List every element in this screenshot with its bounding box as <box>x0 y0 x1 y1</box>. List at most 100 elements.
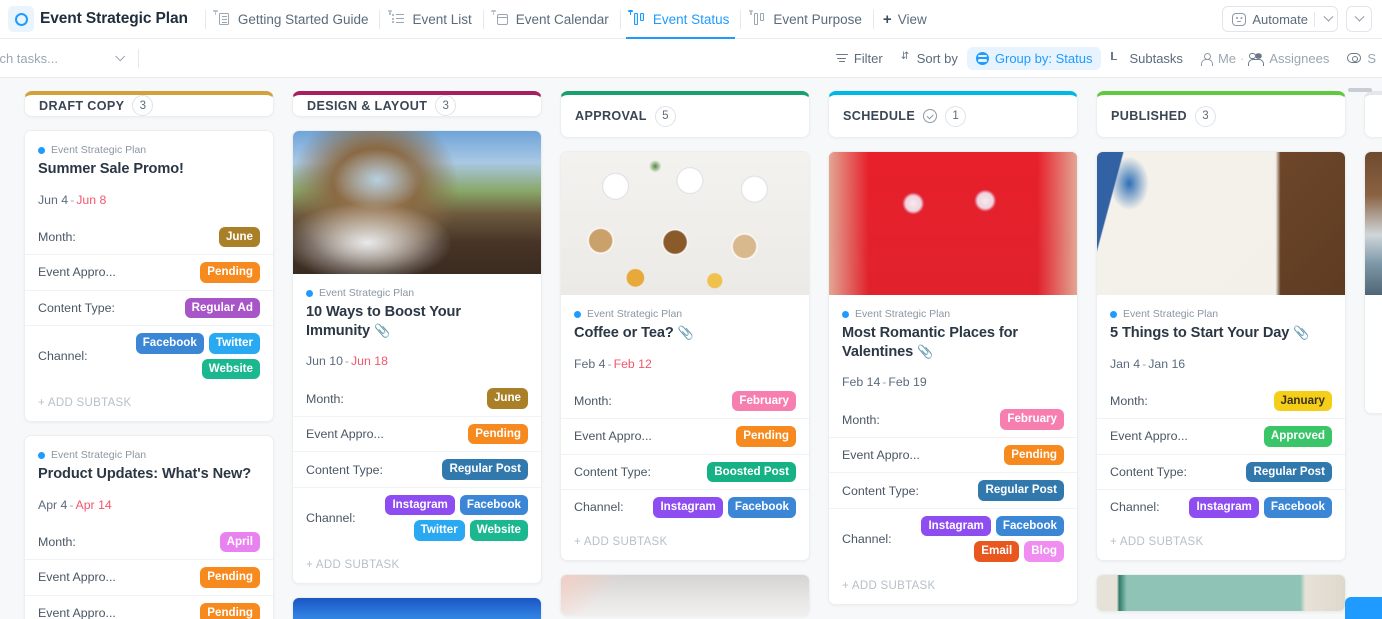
automate-button[interactable]: Automate <box>1222 6 1338 32</box>
card-cover-image[interactable] <box>1097 574 1345 611</box>
tab-getting-started-guide[interactable]: Getting Started Guide <box>213 0 371 39</box>
card-field-row[interactable]: Month: February <box>561 379 809 418</box>
field-pill[interactable]: Regular Post <box>442 459 528 480</box>
field-pill[interactable]: Facebook <box>135 333 204 354</box>
field-pill[interactable]: Instagram <box>1189 497 1259 518</box>
card-cover-image[interactable] <box>1097 152 1345 295</box>
add-subtask-button[interactable]: + ADD SUBTASK <box>25 386 273 421</box>
card-dates[interactable]: Jun 4- Jun 8 <box>38 193 260 207</box>
field-pill[interactable]: Pending <box>736 426 796 447</box>
add-subtask-button[interactable]: + ADD SUBTASK <box>293 548 541 583</box>
more-options-button[interactable] <box>1346 6 1372 32</box>
column-header[interactable] <box>1364 91 1382 138</box>
card-field-row[interactable]: Event Appro... Pending <box>25 559 273 594</box>
field-pill[interactable]: Twitter <box>413 520 465 541</box>
task-card[interactable]: Event Strategic Plan Most Romantic Place… <box>828 151 1078 605</box>
task-card[interactable]: Event Strategic Plan 10 Ways to Boost Yo… <box>292 130 542 584</box>
field-pill[interactable]: Blog <box>1024 541 1064 562</box>
card-cover-image[interactable] <box>829 152 1077 295</box>
task-card[interactable]: Event Strategic Plan Product Updates: Wh… <box>24 435 274 619</box>
field-pill[interactable]: Facebook <box>995 515 1064 537</box>
group-by-button[interactable]: Group by: Status <box>966 46 1102 70</box>
field-pill[interactable]: February <box>732 390 796 412</box>
field-pill[interactable]: February <box>1000 409 1064 430</box>
task-card[interactable] <box>560 573 810 616</box>
card-field-row[interactable]: Content Type: Regular Post <box>293 451 541 486</box>
field-pill[interactable]: Twitter <box>208 333 260 354</box>
kanban-board[interactable]: DRAFT COPY 3 Event Strategic Plan Summer… <box>0 79 1382 619</box>
add-subtask-button[interactable]: + ADD SUBTASK <box>1097 525 1345 560</box>
show-settings-button[interactable]: S <box>1338 47 1376 70</box>
card-field-row[interactable]: Month: June <box>293 376 541 415</box>
card-dates[interactable]: Feb 14- Feb 19 <box>842 375 1064 389</box>
field-pill[interactable]: Regular Post <box>1246 461 1332 483</box>
task-card[interactable] <box>292 596 542 619</box>
column-header[interactable]: DESIGN & LAYOUT 3 <box>292 91 542 117</box>
card-field-row[interactable]: Month: January <box>1097 379 1345 418</box>
tab-event-status[interactable]: Event Status <box>625 0 735 39</box>
tab-event-list[interactable]: Event List <box>388 0 473 39</box>
field-pill[interactable]: Website <box>201 358 260 380</box>
task-card[interactable]: Event Strategic Plan 5 Things to Start Y… <box>1096 151 1346 561</box>
card-field-row[interactable]: Event Appro... Pending <box>25 254 273 289</box>
card-field-row[interactable]: Event Appro... Pending <box>829 436 1077 472</box>
field-pill[interactable]: June <box>486 388 528 409</box>
chevron-down-icon[interactable] <box>1323 11 1333 22</box>
field-pill[interactable]: April <box>219 531 260 553</box>
card-field-row[interactable]: Channel: Instagram Facebook Email Blog <box>829 507 1077 569</box>
sort-by-button[interactable]: ⇵ Sort by <box>892 47 967 70</box>
column-header[interactable]: PUBLISHED 3 <box>1096 91 1346 138</box>
card-field-row[interactable]: Content Type: Regular Ad <box>25 289 273 325</box>
card-field-row[interactable]: Content Type: Regular Post <box>1097 453 1345 489</box>
field-pill[interactable]: June <box>218 226 260 248</box>
card-cover-image[interactable] <box>561 574 809 615</box>
card-cover-image[interactable] <box>1365 152 1382 295</box>
help-button[interactable] <box>1345 597 1382 619</box>
card-title[interactable]: Product Updates: What's New? <box>38 465 260 484</box>
assignees-filter-button[interactable]: Assignees <box>1245 47 1338 70</box>
card-title[interactable]: Summer Sale Promo! <box>38 160 260 179</box>
field-pill[interactable]: Regular Post <box>978 480 1064 501</box>
card-field-row[interactable]: Content Type: Regular Post <box>829 472 1077 507</box>
card-field-row[interactable]: Channel: Instagram Facebook Twitter Webs… <box>293 486 541 548</box>
card-title[interactable]: Coffee or Tea? 📎 <box>574 324 796 343</box>
column-header[interactable]: APPROVAL 5 <box>560 91 810 138</box>
add-subtask-button[interactable]: + ADD SUBTASK <box>561 525 809 560</box>
me-filter-button[interactable]: Me <box>1192 47 1239 70</box>
card-field-row[interactable]: Event Appro... Pending <box>25 594 273 619</box>
field-pill[interactable]: Approved <box>1263 426 1332 447</box>
card-cover-image[interactable] <box>293 131 541 274</box>
chevron-down-icon[interactable] <box>115 50 126 61</box>
card-field-row[interactable]: Event Appro... Approved <box>1097 418 1345 453</box>
card-field-row[interactable]: Month: June <box>25 215 273 254</box>
field-pill[interactable]: Facebook <box>1263 497 1332 518</box>
field-pill[interactable]: Instagram <box>385 494 455 516</box>
card-title[interactable]: 5 Things to Start Your Day 📎 <box>1110 324 1332 343</box>
circle-logo-icon[interactable] <box>8 6 34 32</box>
column-header[interactable]: SCHEDULE 1 <box>828 91 1078 138</box>
field-pill[interactable]: Website <box>469 520 528 541</box>
add-view-button[interactable]: + View <box>883 12 927 27</box>
field-pill[interactable]: Facebook <box>459 494 528 516</box>
field-pill[interactable]: Pending <box>200 262 260 283</box>
card-field-row[interactable]: Channel: Instagram Facebook <box>1097 489 1345 524</box>
card-field-row[interactable]: Content Type: Boosted Post <box>561 453 809 489</box>
field-pill[interactable]: Pending <box>200 602 260 619</box>
column-header[interactable]: DRAFT COPY 3 <box>24 91 274 117</box>
field-pill[interactable]: Email <box>974 541 1020 562</box>
field-pill[interactable]: Pending <box>468 423 528 445</box>
field-pill[interactable]: Pending <box>200 567 260 588</box>
card-title[interactable]: Most Romantic Places for Valentines 📎 <box>842 324 1064 361</box>
card-field-row[interactable]: Month: February <box>829 397 1077 436</box>
filter-button[interactable]: Filter <box>827 47 892 70</box>
card-field-row[interactable]: Event Appro... Pending <box>561 418 809 453</box>
tab-event-calendar[interactable]: Event Calendar <box>491 0 611 39</box>
field-pill[interactable]: Facebook <box>727 497 796 518</box>
task-card[interactable]: Event Strategic Plan Summer Sale Promo! … <box>24 130 274 423</box>
field-pill[interactable]: Regular Ad <box>184 297 260 319</box>
card-field-row[interactable]: Month: April <box>25 520 273 559</box>
card-dates[interactable]: Jun 10- Jun 18 <box>306 354 528 368</box>
tab-event-purpose[interactable]: Event Purpose <box>749 0 864 39</box>
field-pill[interactable]: Instagram <box>921 515 991 537</box>
field-pill[interactable]: Instagram <box>653 497 723 518</box>
